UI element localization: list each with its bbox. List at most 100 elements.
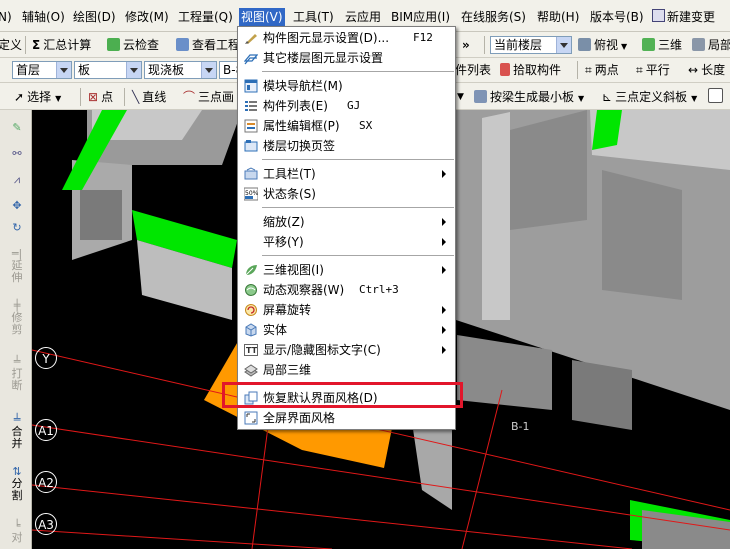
menu-item-component-display[interactable]: 构件图元显示设置(D)... F12 — [238, 28, 455, 48]
topview-button[interactable]: 俯视 ▼ — [578, 36, 627, 54]
two-point-button[interactable]: ⌗ 两点 — [585, 61, 619, 79]
element-type-select[interactable]: 板 — [74, 61, 142, 79]
point-button[interactable]: ⊠ 点 — [88, 88, 113, 106]
menu-modify[interactable]: 修改(M) — [125, 8, 169, 26]
length-button[interactable]: ↔ 长度 — [688, 61, 725, 79]
slope-icon: ⊾ — [602, 90, 613, 104]
menu-item-label: 其它楼层图元显示设置 — [263, 51, 384, 65]
svg-text:50%: 50% — [245, 190, 258, 197]
three-point-arc-button[interactable]: ⌒ 三点画 — [183, 88, 234, 106]
menu-item-screen-rotate[interactable]: 屏幕旋转 — [238, 300, 455, 320]
define-button[interactable]: 定义 — [0, 36, 22, 54]
three-d-view-icon — [244, 263, 258, 277]
local-3d-icon — [244, 363, 258, 377]
current-floor-select[interactable]: 当前楼层 — [490, 36, 572, 54]
menu-view[interactable]: 视图(V) — [239, 8, 285, 26]
axis-label-a1: A1 — [35, 419, 57, 441]
chevron-down-icon — [201, 62, 216, 78]
menu-tools[interactable]: 工具(T) — [293, 8, 334, 26]
brush-icon[interactable]: ✎ — [8, 122, 26, 134]
menu-new-change[interactable]: 新建变更 — [652, 8, 715, 26]
component-list-button[interactable]: 件列表 — [455, 61, 491, 79]
local-label: 局部 — [708, 38, 730, 52]
statusbar-icon: 50% — [243, 187, 259, 201]
view-dropdown-menu: 构件图元显示设置(D)... F12 其它楼层图元显示设置 模块导航栏(M) 构… — [237, 26, 456, 430]
menu-item-module-nav[interactable]: 模块导航栏(M) — [238, 76, 455, 96]
solid-icon — [244, 323, 258, 337]
toolbar-overflow-chevron[interactable]: » — [462, 36, 470, 54]
beam-slab-button[interactable]: 按梁生成最小板 ▼ — [474, 88, 584, 106]
menu-draw[interactable]: 绘图(D) — [73, 8, 116, 26]
trim-tool[interactable]: ╪ 修剪 — [8, 300, 26, 336]
menu-item-label: 动态观察器(W) — [263, 283, 345, 297]
menu-item-component-list[interactable]: 构件列表(E) GJ — [238, 96, 455, 116]
chevron-down-icon[interactable]: ▼ — [457, 88, 464, 106]
menu-item-label: 工具栏(T) — [263, 167, 316, 181]
floor-select[interactable]: 首层 — [12, 61, 72, 79]
pick-component-button[interactable]: 拾取构件 — [500, 61, 561, 79]
menu-item-dynamic-observer[interactable]: 动态观察器(W) Ctrl+3 — [238, 280, 455, 300]
extend-tool[interactable]: ═| 延伸 — [8, 248, 26, 284]
menu-item-label: 显示/隐藏图标文字(C) — [263, 343, 381, 357]
element-name-select[interactable]: 现浇板 — [144, 61, 217, 79]
axis-label-y: Y — [35, 347, 57, 369]
extend-label: 延伸 — [11, 259, 23, 284]
menu-item-icon-text-toggle[interactable]: TT 显示/隐藏图标文字(C) — [238, 340, 455, 360]
align-tool[interactable]: ╘ 对 — [8, 520, 26, 544]
menu-bim[interactable]: BIM应用(I) — [391, 8, 450, 26]
filter-button[interactable] — [708, 88, 726, 106]
point-label: 点 — [101, 90, 114, 104]
menu-item-zoom[interactable]: 缩放(Z) — [238, 212, 455, 232]
menu-prev[interactable]: N) — [0, 8, 12, 26]
menu-item-local-3d[interactable]: 局部三维 — [238, 360, 455, 380]
menu-item-fullscreen-style[interactable]: 全屏界面风格 — [238, 408, 455, 428]
menu-quantity[interactable]: 工程量(Q) — [178, 8, 233, 26]
break-tool[interactable]: ╧ 打断 — [8, 356, 26, 392]
menu-item-other-floor-display[interactable]: 其它楼层图元显示设置 — [238, 48, 455, 68]
menu-online[interactable]: 在线服务(S) — [461, 8, 526, 26]
separator — [577, 61, 578, 79]
flip-icon[interactable]: ⩘ — [8, 174, 26, 186]
length-icon: ↔ — [688, 63, 699, 77]
annotation-highlight-box — [222, 382, 463, 408]
menu-cloud[interactable]: 云应用 — [345, 8, 381, 26]
parallel-button[interactable]: ⌗ 平行 — [636, 61, 670, 79]
move-icon[interactable]: ✥ — [8, 200, 26, 212]
menu-item-label: 状态条(S) — [263, 187, 316, 201]
menu-item-floor-tab[interactable]: 楼层切换页签 — [238, 136, 455, 156]
pick-icon — [500, 63, 510, 76]
menu-separator — [262, 255, 454, 256]
menu-item-property-editor[interactable]: 属性编辑框(P) SX — [238, 116, 455, 136]
menu-help[interactable]: 帮助(H) — [537, 8, 579, 26]
cloud-check-button[interactable]: 云检查 — [107, 36, 159, 54]
mirror-icon[interactable]: ⚯ — [8, 148, 26, 160]
select-button[interactable]: ➚ 选择 ▼ — [14, 88, 61, 106]
view-project-button[interactable]: 查看工程 — [176, 36, 240, 54]
merge-tool[interactable]: ╧ 合并 — [8, 414, 26, 450]
rotate-icon[interactable]: ↻ — [8, 222, 26, 234]
menu-item-toolbar[interactable]: 工具栏(T) — [238, 164, 455, 184]
three-d-button[interactable]: 三维 — [642, 36, 682, 54]
arc-icon: ⌒ — [183, 90, 196, 104]
menu-item-statusbar[interactable]: 50% 状态条(S) — [238, 184, 455, 204]
axis-label-a2: A2 — [35, 471, 57, 493]
sum-calc-button[interactable]: Σ 汇总计算 — [32, 36, 91, 54]
menu-version[interactable]: 版本号(B) — [590, 8, 644, 26]
element-type-value: 板 — [78, 63, 91, 77]
menu-auxaxis[interactable]: 辅轴(O) — [22, 8, 65, 26]
floor-tab-icon — [244, 139, 258, 153]
menu-item-pan[interactable]: 平移(Y) — [238, 232, 455, 252]
chevron-down-icon — [556, 37, 571, 53]
local-button[interactable]: 局部 — [692, 36, 730, 54]
cloud-check-label: 云检查 — [123, 38, 160, 52]
menu-item-shortcut: SX — [359, 119, 373, 132]
three-point-slope-button[interactable]: ⊾ 三点定义斜板 ▼ — [602, 88, 697, 106]
line-button[interactable]: ╲ 直线 — [132, 88, 166, 106]
other-floor-display-icon — [243, 51, 259, 65]
menu-item-solid[interactable]: 实体 — [238, 320, 455, 340]
split-tool[interactable]: ⇅ 分割 — [8, 466, 26, 502]
three-d-icon — [642, 38, 655, 51]
point-icon: ⊠ — [88, 90, 99, 104]
menu-item-three-d-view[interactable]: 三维视图(I) — [238, 260, 455, 280]
menu-item-label: 屏幕旋转 — [263, 303, 312, 317]
